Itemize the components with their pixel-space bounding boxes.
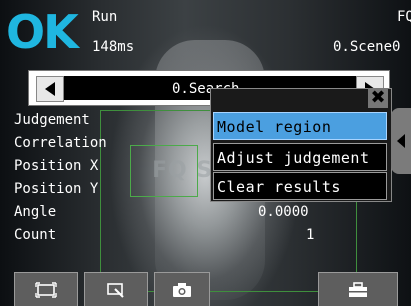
run-mode: Run: [92, 9, 118, 25]
result-label-angle: Angle: [14, 204, 57, 220]
menu-item-clear-results[interactable]: Clear results: [213, 172, 387, 200]
fullscreen-icon: [35, 281, 57, 298]
toolbox-icon: [349, 281, 367, 297]
result-label-position-y: Position Y: [14, 181, 99, 197]
camera-icon: [173, 282, 191, 297]
sensor-name: FQ: [397, 9, 411, 25]
processing-time: 148ms: [92, 39, 135, 55]
result-value-angle: 0.0000: [258, 204, 309, 220]
camera-button[interactable]: [154, 272, 210, 306]
zoom-region-button[interactable]: [84, 272, 148, 306]
close-icon[interactable]: ✖: [368, 88, 388, 108]
model-region-outline: [130, 145, 198, 197]
scene-label[interactable]: 0.Scene0: [333, 38, 400, 56]
tools-button[interactable]: [318, 272, 398, 306]
side-panel-tab[interactable]: [391, 108, 411, 174]
zoom-region-icon: [107, 282, 124, 298]
prev-search-button[interactable]: [36, 76, 64, 102]
result-label-position-x: Position X: [14, 158, 99, 174]
fullscreen-button[interactable]: [14, 272, 78, 306]
result-label-count: Count: [14, 227, 57, 243]
arrow-left-icon: [45, 82, 55, 96]
result-value-count: 1: [306, 227, 315, 243]
judgement-result: OK: [6, 5, 79, 59]
result-label-judgement: Judgement: [14, 112, 90, 128]
chevron-left-icon: [397, 134, 405, 148]
result-label-correlation: Correlation: [14, 135, 107, 151]
inspection-screen: FQ S OK Run 148ms FQ 0.Scene0 0.Search J…: [0, 0, 411, 306]
menu-item-adjust-judgement[interactable]: Adjust judgement: [213, 143, 387, 171]
menu-item-model-region[interactable]: Model region: [213, 112, 387, 140]
